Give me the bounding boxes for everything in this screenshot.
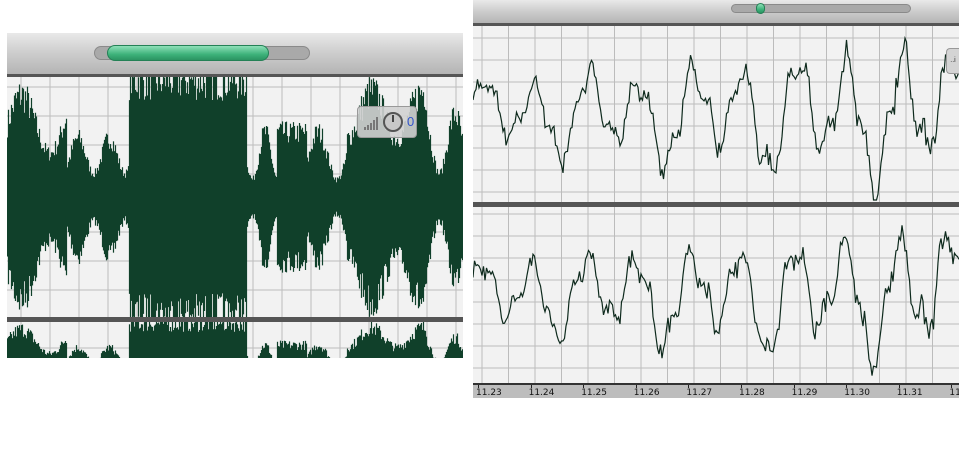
detail-scrollbar-thumb[interactable] <box>756 3 765 14</box>
time-tick-label: 11 <box>949 388 959 398</box>
detail-channel-2-trace <box>473 225 959 376</box>
time-tick-label: 11.25 <box>581 388 607 398</box>
time-tick-label: 11.27 <box>686 388 713 398</box>
volume-bars-icon <box>364 117 378 130</box>
overview-waveform-panel[interactable]: 0 <box>7 33 463 358</box>
channel-divider[interactable] <box>7 317 463 322</box>
detail-scrollbar-track[interactable] <box>731 3 911 14</box>
gain-value: 0 <box>407 114 415 129</box>
detail-waveform-panel[interactable]: ..i 11.23 11.24 11.25 11.26 11.27 11.28 11.29 1… <box>473 0 959 398</box>
overview-scroll-bar <box>7 33 463 77</box>
time-tick-label: 11.31 <box>896 388 923 398</box>
time-tick-label: 11.24 <box>528 388 555 398</box>
overview-channel-2 <box>7 322 463 358</box>
detail-waveform-canvas[interactable] <box>473 26 959 383</box>
detail-channel-divider[interactable] <box>473 202 959 207</box>
time-tick-label: 11.28 <box>739 388 765 398</box>
time-ruler[interactable]: 11.23 11.24 11.25 11.26 11.27 11.28 11.29 11.30… <box>473 383 959 398</box>
clip-gain-widget[interactable]: 0 <box>357 106 417 138</box>
detail-channel-1-trace <box>473 35 959 201</box>
overview-scrollbar-track[interactable] <box>94 45 310 61</box>
overview-scrollbar-thumb[interactable] <box>107 45 269 61</box>
detail-scroll-bar <box>473 0 959 26</box>
track-side-button[interactable]: ..i <box>946 48 959 74</box>
time-tick-label: 11.30 <box>844 388 870 398</box>
gain-knob-icon[interactable] <box>383 112 403 132</box>
time-tick-label: 11.29 <box>791 388 818 398</box>
time-tick-label: 11.26 <box>633 388 660 398</box>
time-tick-label: 11.23 <box>476 388 502 398</box>
